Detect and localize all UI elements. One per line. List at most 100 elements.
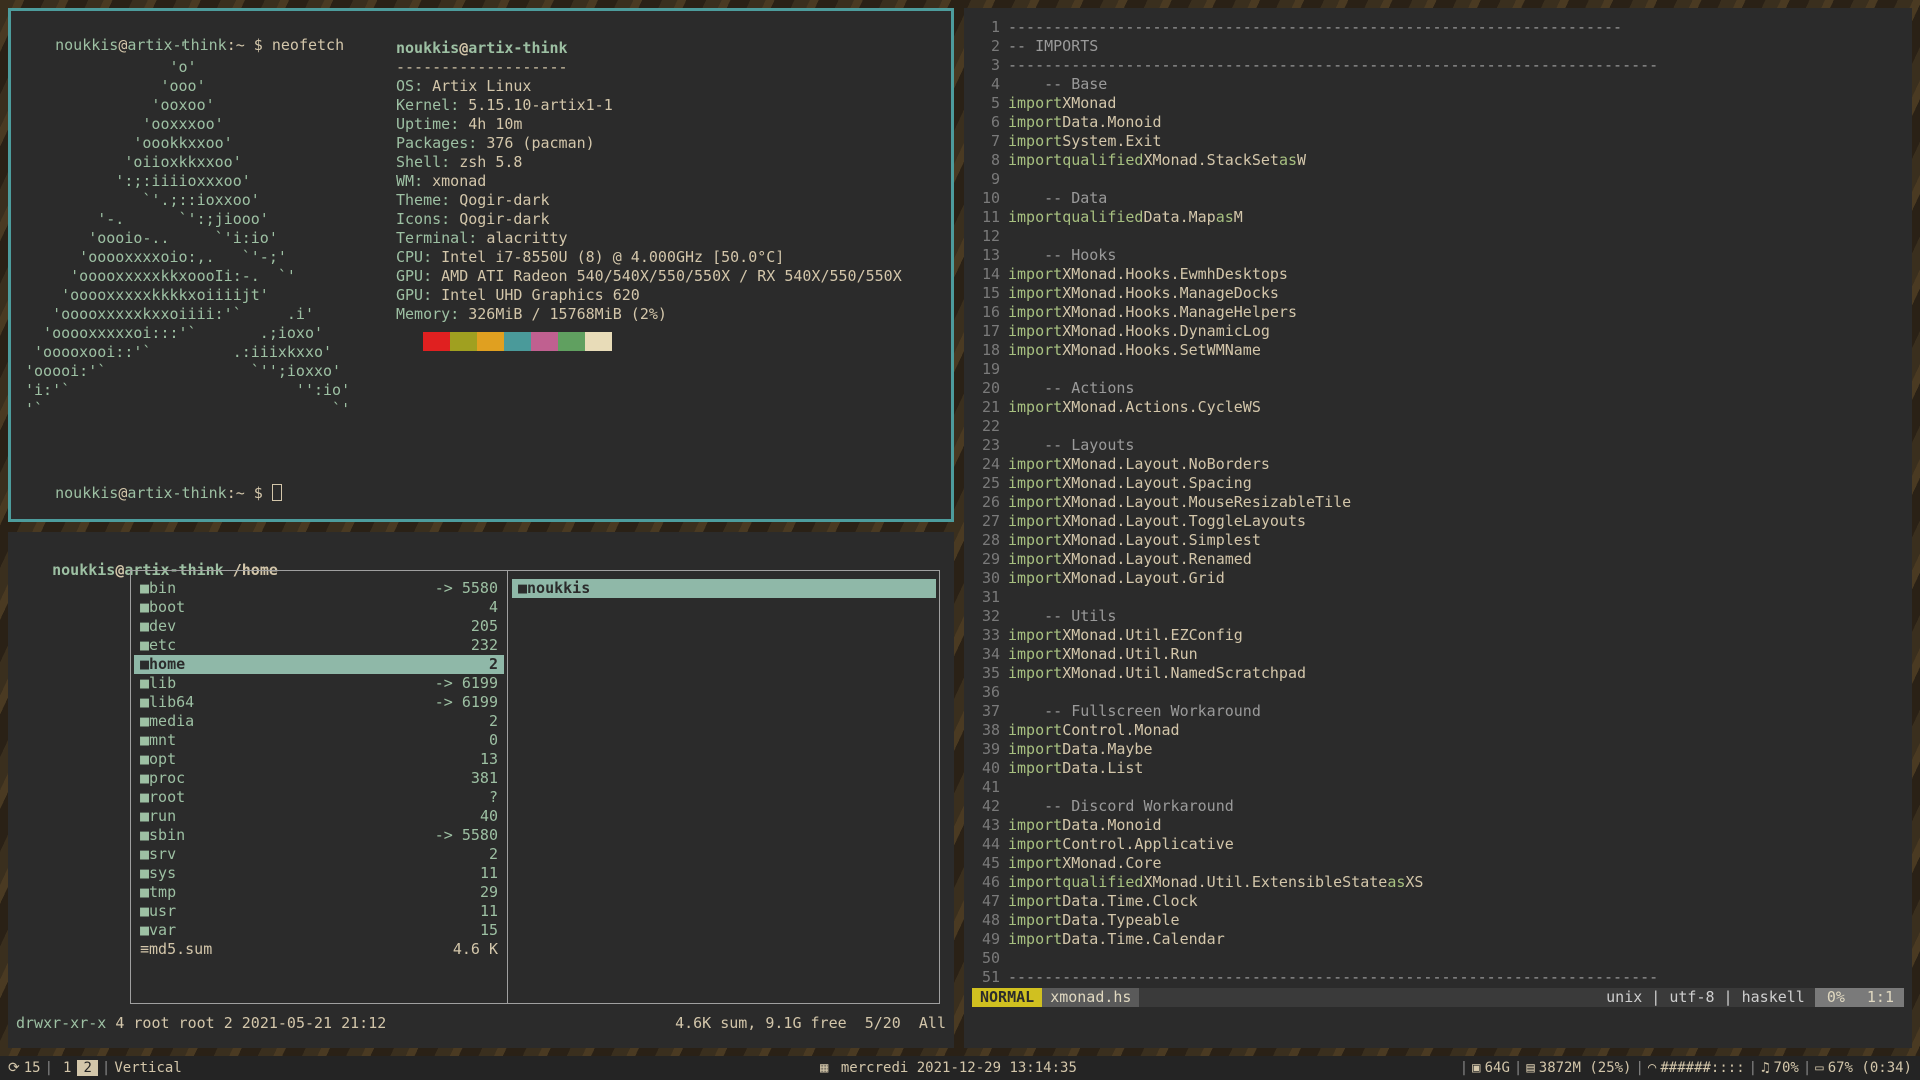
distro-logo: ' 'o' 'ooo' 'ooxoo' 'ooxxxoo' 'oookkxxoo… [25, 39, 350, 419]
prompt-line-2[interactable]: noukkis@artix-think:~ $ [19, 465, 282, 502]
line-number: 51 [981, 968, 1000, 986]
logo-line: 'oiioxkkxxoo' [25, 153, 242, 171]
folder-icon: ■ [140, 902, 150, 920]
folder-entry[interactable]: ■ home 2 [134, 655, 504, 674]
logo-line: '` `' [25, 400, 351, 418]
line-number: 32 [981, 607, 1000, 625]
folder-entry[interactable]: ■ lib -> 6199 [134, 674, 504, 693]
folder-entry[interactable]: ■ dev 205 [134, 617, 504, 636]
folder-entry[interactable]: ■ boot 4 [134, 598, 504, 617]
code-line: 36 [972, 683, 1904, 702]
scroll-percent: 0% [1814, 988, 1857, 1007]
terminal-window[interactable]: noukkis@artix-think:~ $ neofetch ' 'o' '… [8, 8, 954, 522]
line-number: 10 [981, 189, 1000, 207]
line-number: 34 [981, 645, 1000, 663]
line-number: 17 [981, 322, 1000, 340]
folder-icon: ■ [140, 712, 150, 730]
info-row: Theme: Qogir-dark [396, 191, 550, 209]
code-line: 2 -- IMPORTS [972, 37, 1904, 56]
folder-icon: ■ [140, 864, 150, 882]
folder-entry[interactable]: ■ media 2 [134, 712, 504, 731]
info-row: OS: Artix Linux [396, 77, 532, 95]
line-number: 41 [981, 778, 1000, 796]
folder-entry[interactable]: ■ mnt 0 [134, 731, 504, 750]
code-line: 33 import XMonad.Util.EZConfig [972, 626, 1904, 645]
code-line: 51 --------------------------------------… [972, 968, 1904, 987]
folder-icon: ■ [140, 579, 150, 597]
line-number: 19 [981, 360, 1000, 378]
line-number: 37 [981, 702, 1000, 720]
line-number: 5 [990, 94, 1000, 112]
line-number: 13 [981, 246, 1000, 264]
status-bar: ⟳ 15 | 1 2 | Vertical ▦ mercredi 2021-12… [0, 1056, 1920, 1080]
info-row: Packages: 376 (pacman) [396, 134, 595, 152]
info-row: CPU: Intel i7-8550U (8) @ 4.000GHz [50.0… [396, 248, 785, 266]
line-number: 30 [981, 569, 1000, 587]
folder-icon: ■ [140, 826, 150, 844]
workspace-1[interactable]: 1 [57, 1060, 77, 1076]
logo-line: '-. `':;jiooo' [25, 210, 269, 228]
folder-entry[interactable]: ■ tmp 29 [134, 883, 504, 902]
fm-status-bar: drwxr-xr-x 4 root root 2 2021-05-21 21:1… [16, 1014, 946, 1033]
fm-current-column[interactable]: ■ bin -> 5580 ■ boot 4 ■ dev 205 ■ etc 232 ■ hom… [131, 571, 508, 1003]
file-format: unix | utf-8 | haskell [1606, 988, 1805, 1006]
file-manager-window[interactable]: noukkis@artix-think /home ■ bin -> 5580 ■ … [8, 532, 954, 1048]
folder-icon: ■ [140, 655, 150, 673]
folder-entry[interactable]: ■ sys 11 [134, 864, 504, 883]
code-line: 16 import XMonad.Hooks.ManageHelpers [972, 303, 1904, 322]
code-line: 18 import XMonad.Hooks.SetWMName [972, 341, 1904, 360]
folder-entry[interactable]: ■ bin -> 5580 [134, 579, 504, 598]
folder-entry[interactable]: ■ root? [134, 788, 504, 807]
code-line: 26 import XMonad.Layout.MouseResizableTil… [972, 493, 1904, 512]
folder-entry[interactable]: ■ noukkis [512, 579, 936, 598]
line-number: 47 [981, 892, 1000, 910]
folder-entry[interactable]: ■ proc 381 [134, 769, 504, 788]
folder-icon: ■ [140, 636, 150, 654]
line-number: 2 [990, 37, 1000, 55]
info-row: WM: xmonad [396, 172, 487, 190]
code-line: 27 import XMonad.Layout.ToggleLayouts [972, 512, 1904, 531]
logo-line: 'ooooxooi::'` .:iiixkxxo' [25, 343, 333, 361]
info-row: Kernel: 5.15.10-artix1-1 [396, 96, 613, 114]
info-row: Memory: 326MiB / 15768MiB (2%) [396, 305, 667, 323]
workspace-2[interactable]: 2 [77, 1060, 98, 1076]
memory-usage: 3872M (25%) [1538, 1060, 1632, 1076]
logo-line: 'ooooxxxxoio:,. `'-;' [25, 248, 287, 266]
code-line: 23 -- Layouts [972, 436, 1904, 455]
line-number: 38 [981, 721, 1000, 739]
color-palette [423, 332, 902, 351]
line-number: 21 [981, 398, 1000, 416]
editor-statusline: NORMAL xmonad.hs unix | utf-8 | haskell … [972, 988, 1904, 1007]
system-info: noukkis@artix-think ------------------- … [396, 39, 902, 351]
folder-entry[interactable]: ■ opt 13 [134, 750, 504, 769]
info-row: Icons: Qogir-dark [396, 210, 550, 228]
fm-summary: 4.6K sum, 9.1G free 5/20 All [675, 1014, 946, 1032]
fm-preview-column[interactable]: ■ noukkis [509, 571, 939, 606]
file-entry[interactable]: ≡ md5.sum 4.6 K [134, 940, 504, 959]
code-line: 15 import XMonad.Hooks.ManageDocks [972, 284, 1904, 303]
code-line: 47 import Data.Time.Clock [972, 892, 1904, 911]
folder-entry[interactable]: ■ srv 2 [134, 845, 504, 864]
folder-icon: ■ [518, 579, 528, 597]
folder-icon: ■ [140, 807, 150, 825]
code-buffer[interactable]: 1 ---------------------------------------… [972, 18, 1904, 987]
layout-name[interactable]: Vertical [114, 1060, 181, 1076]
cursor-position: 1:1 [1856, 988, 1904, 1007]
logo-line: ' [25, 39, 188, 57]
line-number: 24 [981, 455, 1000, 473]
disk-usage: 64G [1484, 1060, 1510, 1076]
calendar-icon: ▦ [820, 1060, 829, 1076]
folder-entry[interactable]: ■ run 40 [134, 807, 504, 826]
logo-line: `'.;::ioxxoo' [25, 191, 260, 209]
folder-entry[interactable]: ■ etc 232 [134, 636, 504, 655]
folder-entry[interactable]: ■ lib64 -> 6199 [134, 693, 504, 712]
editor-window[interactable]: 1 ---------------------------------------… [964, 8, 1912, 1048]
code-line: 6 import Data.Monoid [972, 113, 1904, 132]
code-line: 19 [972, 360, 1904, 379]
code-line: 24 import XMonad.Layout.NoBorders [972, 455, 1904, 474]
code-line: 4 -- Base [972, 75, 1904, 94]
code-line: 7 import System.Exit [972, 132, 1904, 151]
folder-entry[interactable]: ■ usr 11 [134, 902, 504, 921]
folder-entry[interactable]: ■ var 15 [134, 921, 504, 940]
folder-entry[interactable]: ■ sbin -> 5580 [134, 826, 504, 845]
